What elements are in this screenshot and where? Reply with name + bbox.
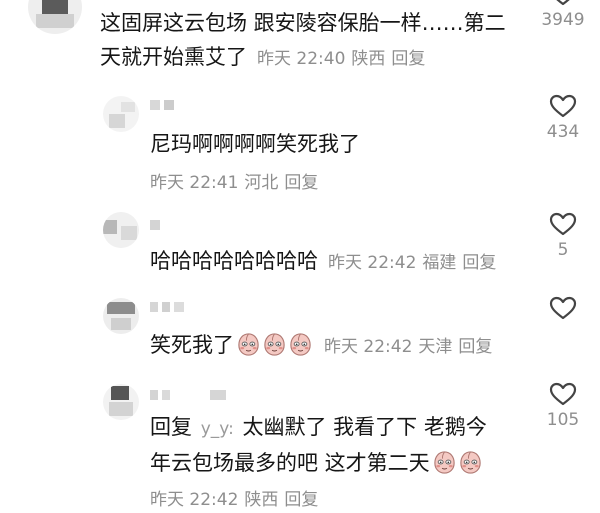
comment-item: 笑死我了 昨天 22:42 天津 回复 <box>0 292 600 372</box>
like-count: 5 <box>557 240 569 260</box>
comment-text-line: 尼玛啊啊啊啊笑死我了 <box>150 132 360 156</box>
comment-meta: 昨天 22:42 陕西 回复 <box>150 485 324 510</box>
comment-location: 河北 <box>244 173 279 193</box>
comment-time: 昨天 22:42 <box>328 253 417 273</box>
comment-item: 尼玛啊啊啊啊笑死我了 昨天 22:41 河北 回复 434 <box>0 90 600 200</box>
comment-text-line: 回复 y_y: 太幽默了 我看了下 老鹅今 <box>150 410 487 446</box>
like-button[interactable] <box>536 296 590 320</box>
comment-item: 回复 y_y: 太幽默了 我看了下 老鹅今 年云包场最多的吧 这才第二天 昨天 … <box>0 378 600 513</box>
reply-button[interactable]: 回复 <box>462 253 496 273</box>
avatar[interactable] <box>103 96 139 132</box>
reply-button[interactable]: 回复 <box>391 49 425 69</box>
avatar[interactable] <box>103 212 139 248</box>
peach-face-emoji-icon <box>459 451 481 474</box>
comment-text: 这固屏这云包场 跟安陵容保胎一样……第二 天就开始熏艾了 昨天 22:40 陕西 回复 <box>100 6 506 76</box>
like-count: 105 <box>546 410 580 430</box>
comment-text: 笑死我了 昨天 22:42 天津 回复 <box>150 328 498 364</box>
comment-text: 哈哈哈哈哈哈哈哈 昨天 22:42 福建 回复 <box>150 244 502 280</box>
reply-button[interactable]: 回复 <box>284 173 318 193</box>
reply-prefix: 回复 <box>150 415 192 439</box>
comment-meta: 昨天 22:41 河北 回复 <box>150 168 324 193</box>
comment-item: 哈哈哈哈哈哈哈哈 昨天 22:42 福建 回复 5 <box>0 208 600 288</box>
comment-text: 尼玛啊啊啊啊笑死我了 <box>150 127 360 161</box>
comment-location: 天津 <box>418 337 453 357</box>
comment-meta: 昨天 22:42 天津 回复 <box>324 337 498 357</box>
comment-text-line: 年云包场最多的吧 这才第二天 <box>150 446 487 480</box>
comment-text-line: 哈哈哈哈哈哈哈哈 <box>150 249 318 273</box>
comment-location: 陕西 <box>244 490 279 510</box>
comment-text-line: 笑死我了 <box>150 333 234 357</box>
like-count: 3949 <box>541 10 585 30</box>
comment-item: 这固屏这云包场 跟安陵容保胎一样……第二 天就开始熏艾了 昨天 22:40 陕西 回复… <box>0 0 600 80</box>
comment-text-line-content: 年云包场最多的吧 这才第二天 <box>150 451 430 475</box>
comment-location: 陕西 <box>351 49 386 69</box>
like-button[interactable]: 5 <box>536 212 590 260</box>
emoji-row <box>432 451 484 475</box>
heart-outline-icon <box>556 0 570 6</box>
comment-time: 昨天 22:42 <box>324 337 413 357</box>
username[interactable] <box>150 390 230 402</box>
comment-text-line-content: 太幽默了 我看了下 老鹅今 <box>242 415 487 439</box>
like-count: 434 <box>546 122 580 142</box>
comment-time: 昨天 22:40 <box>257 49 346 69</box>
peach-face-emoji-icon <box>238 333 259 356</box>
emoji-row <box>236 333 314 357</box>
comment-text-line: 这固屏这云包场 跟安陵容保胎一样……第二 <box>100 11 506 35</box>
comment-time: 昨天 22:42 <box>150 490 239 510</box>
like-button[interactable]: 434 <box>536 94 590 142</box>
username[interactable] <box>150 220 180 232</box>
avatar[interactable] <box>28 0 82 34</box>
avatar[interactable] <box>103 298 139 334</box>
username[interactable] <box>150 302 210 314</box>
heart-outline-icon <box>549 94 577 118</box>
reply-button[interactable]: 回复 <box>458 337 492 357</box>
comment-text-line-content: 天就开始熏艾了 <box>100 45 247 69</box>
peach-face-emoji-icon <box>433 451 455 474</box>
like-button[interactable]: 105 <box>536 382 590 430</box>
comment-meta: 昨天 22:40 陕西 回复 <box>257 49 431 69</box>
heart-outline-icon <box>549 212 577 236</box>
comment-meta: 昨天 22:42 福建 回复 <box>328 253 502 273</box>
comment-text: 回复 y_y: 太幽默了 我看了下 老鹅今 年云包场最多的吧 这才第二天 <box>150 410 487 480</box>
heart-outline-icon <box>549 296 577 320</box>
reply-button[interactable]: 回复 <box>284 490 318 510</box>
username[interactable] <box>150 100 190 112</box>
peach-face-emoji-icon <box>264 333 285 356</box>
peach-face-emoji-icon <box>290 333 311 356</box>
heart-outline-icon <box>549 382 577 406</box>
avatar[interactable] <box>103 384 139 420</box>
comment-location: 福建 <box>422 253 457 273</box>
reply-target-username[interactable]: y_y: <box>201 419 234 439</box>
comment-text-line: 天就开始熏艾了 昨天 22:40 陕西 回复 <box>100 40 506 76</box>
like-button[interactable]: 3949 <box>536 0 590 30</box>
comment-time: 昨天 22:41 <box>150 173 239 193</box>
